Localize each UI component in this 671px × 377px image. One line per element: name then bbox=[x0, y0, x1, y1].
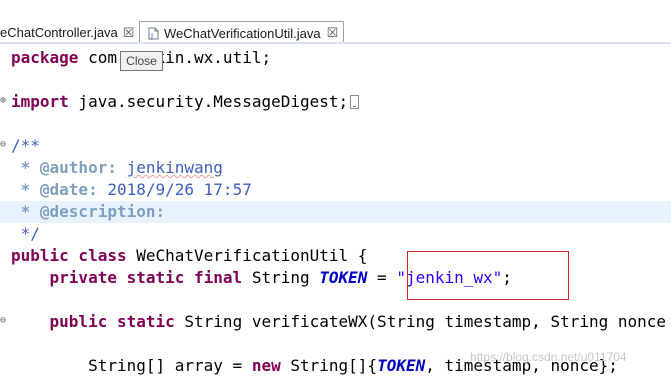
tab-wechat-controller[interactable]: eChatController.java ☒ bbox=[0, 21, 139, 44]
keyword: import bbox=[11, 92, 69, 111]
annotation-highlight-box bbox=[407, 251, 569, 300]
javadoc-value: 2018/9/26 17:57 bbox=[97, 180, 252, 199]
code-editor[interactable]: package com.jenkin.wx.util; ⊕ import jav… bbox=[0, 44, 671, 376]
keyword: public class bbox=[11, 246, 127, 265]
code-text: WeChatVerificationUtil { bbox=[126, 246, 368, 265]
svg-text:J: J bbox=[150, 32, 153, 40]
javadoc-tag: * @author: bbox=[11, 158, 117, 177]
keyword: package bbox=[11, 48, 79, 67]
code-line-comment-open: /** bbox=[11, 136, 40, 155]
javadoc-value: jenkinwang bbox=[126, 158, 223, 177]
constant: TOKEN bbox=[377, 356, 426, 375]
fold-collapse-icon[interactable]: ⊖ bbox=[0, 316, 8, 326]
code-line-description: * @description: bbox=[0, 201, 671, 223]
code-text: String[] array = bbox=[11, 356, 252, 375]
tab-label: eChatController.java bbox=[0, 25, 118, 40]
tab-label: WeChatVerificationUtil.java bbox=[164, 25, 321, 41]
code-line-comment-close: */ bbox=[11, 224, 40, 243]
javadoc-tag: * @description: bbox=[11, 202, 166, 221]
keyword: public static bbox=[11, 312, 175, 331]
code-text: String[]{ bbox=[280, 356, 378, 375]
close-icon[interactable]: ☒ bbox=[123, 25, 135, 41]
code-text: String verificateWX(String timestamp, St… bbox=[174, 312, 667, 331]
fold-expand-icon[interactable]: ⊕ bbox=[0, 96, 8, 106]
watermark: https://blog.csdn.net/u011704 bbox=[470, 350, 627, 364]
code-line-class: public class WeChatVerificationUtil { bbox=[11, 245, 367, 267]
code-text: = bbox=[367, 268, 397, 287]
constant: TOKEN bbox=[319, 268, 368, 287]
close-icon[interactable]: ☒ bbox=[327, 25, 339, 41]
code-text: java.security.MessageDigest; bbox=[68, 92, 349, 111]
javadoc-tag: * @date: bbox=[11, 180, 98, 199]
code-line-import: import java.security.MessageDigest; bbox=[11, 91, 360, 113]
tab-wechat-verification-util[interactable]: J WeChatVerificationUtil.java ☒ bbox=[139, 21, 344, 44]
code-line-method: public static String verificateWX(String… bbox=[11, 311, 667, 333]
close-tooltip: Close bbox=[120, 51, 163, 71]
fold-collapse-icon[interactable]: ⊖ bbox=[0, 140, 8, 150]
keyword: new bbox=[251, 356, 281, 375]
keyword: private static final bbox=[11, 268, 243, 287]
code-line-author: * @author: jenkinwang bbox=[11, 157, 223, 179]
java-file-icon: J bbox=[148, 27, 159, 40]
folded-imports-icon[interactable] bbox=[350, 95, 360, 109]
code-text: com.jenkin.wx.util; bbox=[78, 48, 272, 67]
code-text: String bbox=[242, 268, 320, 287]
code-line-date: * @date: 2018/9/26 17:57 bbox=[11, 179, 252, 201]
editor-tab-bar: eChatController.java ☒ J WeChatVerificat… bbox=[0, 0, 671, 44]
